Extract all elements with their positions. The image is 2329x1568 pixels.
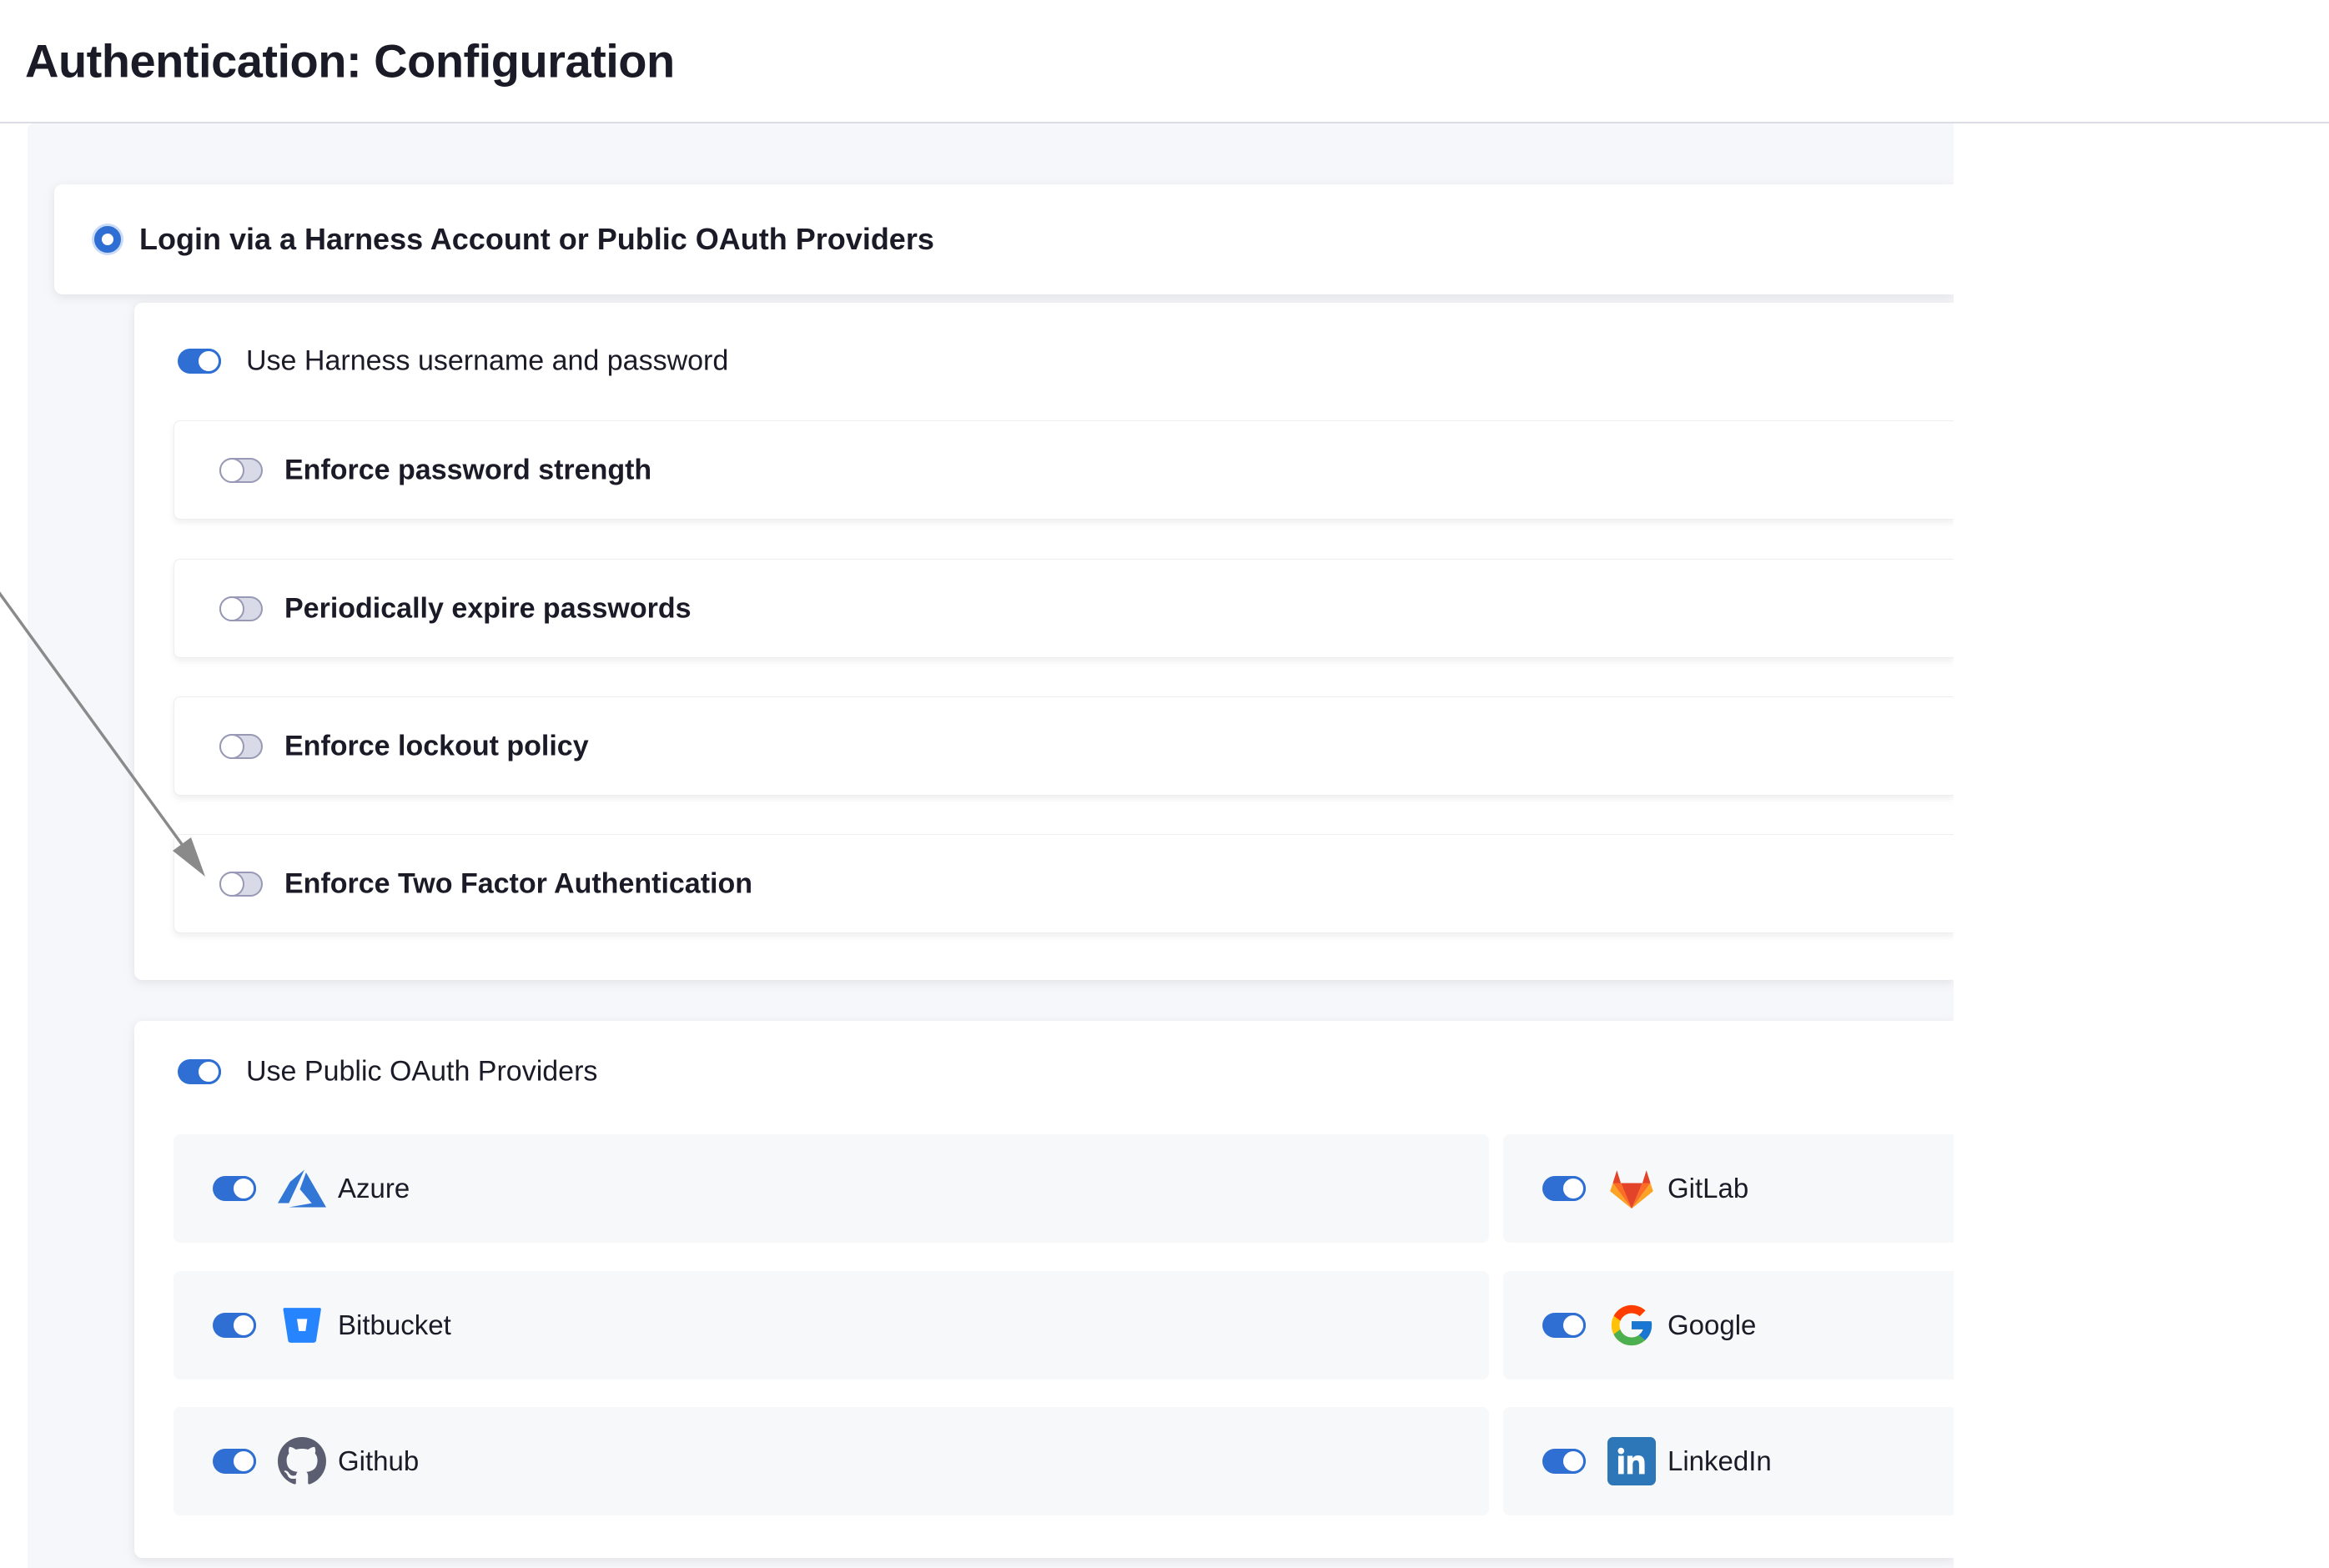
page-title: Authentication: Configuration bbox=[25, 34, 675, 88]
gitlab-icon bbox=[1607, 1164, 1656, 1213]
enforce-lockout-policy-toggle[interactable] bbox=[219, 734, 263, 759]
use-harness-username-password-label: Use Harness username and password bbox=[246, 345, 728, 378]
enforce-password-strength-label: Enforce password strength bbox=[284, 454, 651, 486]
google-icon bbox=[1607, 1301, 1656, 1349]
bitbucket-toggle[interactable] bbox=[213, 1313, 256, 1338]
periodically-expire-passwords-toggle[interactable] bbox=[219, 596, 263, 621]
enforce-lockout-policy-label: Enforce lockout policy bbox=[284, 730, 589, 762]
public-oauth-providers-card: Use Public OAuth Providers Azure bbox=[134, 1021, 1954, 1558]
github-toggle[interactable] bbox=[213, 1449, 256, 1474]
page-header: Authentication: Configuration bbox=[0, 0, 2329, 122]
github-icon bbox=[278, 1437, 326, 1485]
google-label: Google bbox=[1668, 1309, 1756, 1341]
github-label: Github bbox=[338, 1445, 419, 1477]
bitbucket-label: Bitbucket bbox=[338, 1309, 451, 1341]
periodically-expire-passwords-row: Periodically expire passwords bbox=[174, 559, 1954, 658]
gitlab-provider-row: GitLab bbox=[1503, 1134, 1954, 1243]
linkedin-toggle[interactable] bbox=[1542, 1449, 1586, 1474]
periodically-expire-passwords-label: Periodically expire passwords bbox=[284, 592, 692, 625]
bitbucket-provider-row: Bitbucket bbox=[174, 1271, 1489, 1380]
enforce-two-factor-authentication-label: Enforce Two Factor Authentication bbox=[284, 867, 752, 900]
azure-provider-row: Azure bbox=[174, 1134, 1489, 1243]
azure-label: Azure bbox=[338, 1173, 410, 1204]
enforce-password-strength-row: Enforce password strength bbox=[174, 420, 1954, 520]
azure-toggle[interactable] bbox=[213, 1176, 256, 1201]
linkedin-provider-row: LinkedIn bbox=[1503, 1407, 1954, 1515]
use-harness-username-password-toggle[interactable] bbox=[178, 349, 221, 374]
linkedin-icon bbox=[1607, 1437, 1656, 1485]
google-provider-row: Google bbox=[1503, 1271, 1954, 1380]
gitlab-toggle[interactable] bbox=[1542, 1176, 1586, 1201]
enforce-two-factor-authentication-row: Enforce Two Factor Authentication bbox=[174, 834, 1954, 933]
authentication-settings-panel: Login via a Harness Account or Public OA… bbox=[28, 123, 1954, 1568]
use-public-oauth-providers-label: Use Public OAuth Providers bbox=[246, 1056, 597, 1088]
enforce-lockout-policy-row: Enforce lockout policy bbox=[174, 696, 1954, 796]
google-toggle[interactable] bbox=[1542, 1313, 1586, 1338]
azure-icon bbox=[278, 1164, 326, 1213]
gitlab-label: GitLab bbox=[1668, 1173, 1748, 1204]
harness-username-password-card: Use Harness username and password Enforc… bbox=[134, 303, 1954, 980]
enforce-password-strength-toggle[interactable] bbox=[219, 458, 263, 483]
login-method-radio[interactable] bbox=[94, 226, 121, 253]
enforce-two-factor-authentication-toggle[interactable] bbox=[219, 872, 263, 897]
bitbucket-icon bbox=[278, 1301, 326, 1349]
login-method-radio-label: Login via a Harness Account or Public OA… bbox=[139, 222, 934, 257]
use-public-oauth-providers-toggle[interactable] bbox=[178, 1059, 221, 1084]
login-method-option-card: Login via a Harness Account or Public OA… bbox=[54, 184, 1954, 294]
github-provider-row: Github bbox=[174, 1407, 1489, 1515]
linkedin-label: LinkedIn bbox=[1668, 1445, 1772, 1477]
